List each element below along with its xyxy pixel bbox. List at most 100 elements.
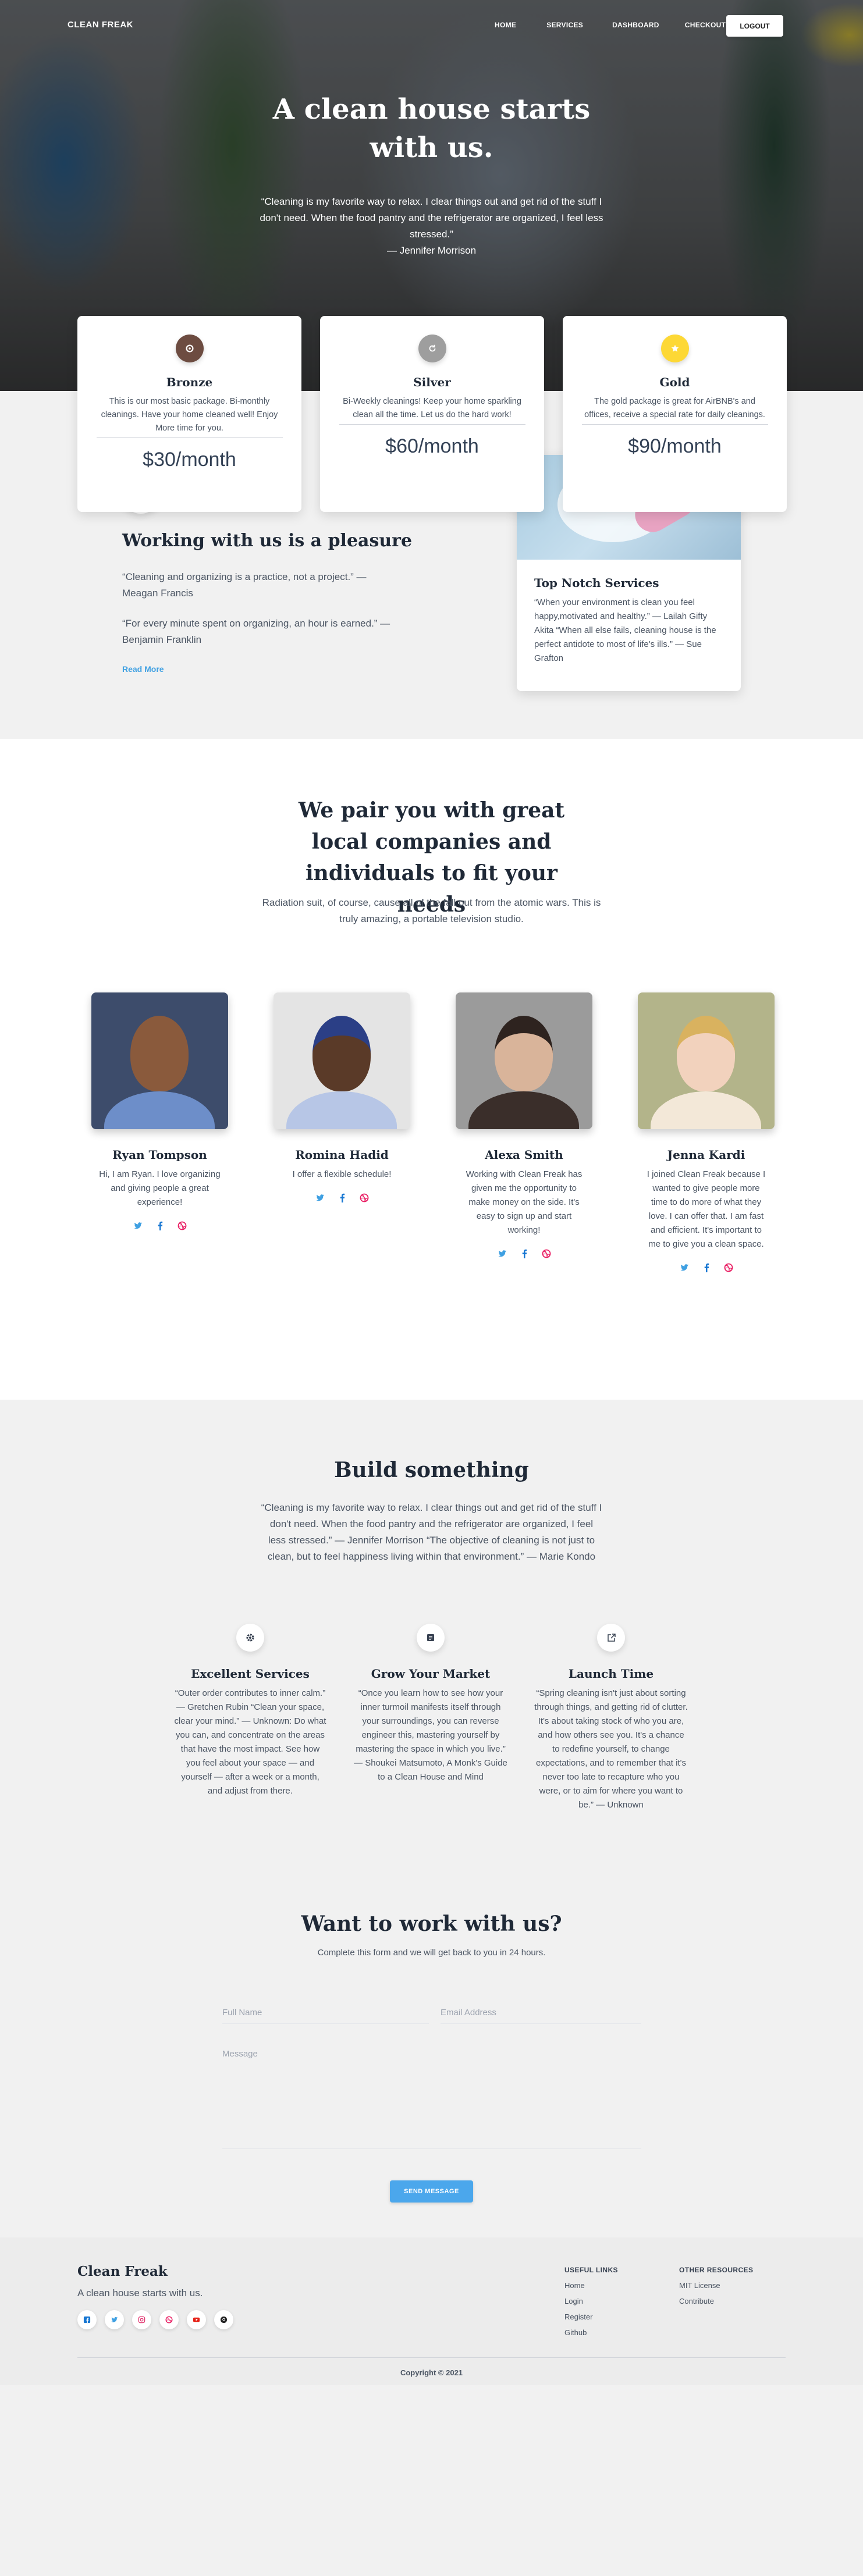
plan-description: This is our most basic package. Bi-month… bbox=[101, 397, 278, 433]
hero-title: A clean house starts with us. bbox=[272, 93, 591, 164]
build-quote-wrap: “Cleaning is my favorite way to relax. I… bbox=[0, 1500, 863, 1565]
plan-price: $60/month bbox=[385, 435, 479, 457]
plan-card-bronze[interactable]: Bronze This is our most basic package. B… bbox=[77, 316, 301, 512]
member-socials bbox=[638, 1263, 775, 1275]
avatar-body bbox=[104, 1091, 215, 1129]
hero-content: A clean house starts with us. “Cleaning … bbox=[0, 90, 863, 259]
divider bbox=[339, 424, 525, 425]
facebook-icon[interactable] bbox=[155, 1221, 165, 1233]
dribbble-icon[interactable] bbox=[360, 1193, 369, 1205]
brand-logo[interactable]: CLEAN FREAK bbox=[68, 20, 133, 30]
member-name: Ryan Tompson bbox=[112, 1148, 207, 1162]
facebook-icon[interactable] bbox=[520, 1249, 529, 1261]
build-quote: “Cleaning is my favorite way to relax. I… bbox=[261, 1502, 602, 1562]
footer-divider bbox=[77, 2357, 786, 2358]
send-message-button[interactable]: SEND MESSAGE bbox=[390, 2180, 473, 2203]
team-member: Ryan Tompson Hi, I am Ryan. I love organ… bbox=[91, 992, 228, 1275]
feature-excellent-services: Excellent Services “Outer order contribu… bbox=[160, 1624, 340, 1812]
avatar-body bbox=[651, 1091, 761, 1129]
contact-subtitle: Complete this form and we will get back … bbox=[317, 1948, 546, 1958]
footer-tagline: A clean house starts with us. bbox=[77, 2287, 203, 2299]
footer-link-mit-license[interactable]: MIT License bbox=[679, 2281, 753, 2290]
twitter-icon[interactable] bbox=[105, 2310, 124, 2329]
avatar-head bbox=[312, 1016, 371, 1091]
footer-link-register[interactable]: Register bbox=[564, 2312, 618, 2321]
nav-home[interactable]: HOME bbox=[495, 21, 516, 29]
footer-brand: Clean Freak bbox=[77, 2264, 168, 2279]
feature-title: Grow Your Market bbox=[371, 1667, 491, 1681]
full-name-field[interactable] bbox=[222, 2002, 429, 2024]
pleasure-title: Working with us is a pleasure bbox=[122, 531, 413, 551]
document-icon bbox=[417, 1624, 445, 1652]
member-bio: Working with Clean Freak has given me th… bbox=[466, 1169, 583, 1235]
plan-name: Silver bbox=[413, 375, 451, 389]
copyright: Copyright © 2021 bbox=[400, 2368, 463, 2377]
youtube-icon[interactable] bbox=[187, 2310, 206, 2329]
team-subtitle: Radiation suit, of course, cause all of … bbox=[262, 897, 601, 924]
footer-other-resources: OTHER RESOURCES MIT License Contribute bbox=[679, 2266, 753, 2305]
dribbble-icon[interactable] bbox=[542, 1249, 551, 1261]
star-icon bbox=[660, 335, 689, 362]
github-icon[interactable] bbox=[214, 2310, 233, 2329]
team-section: We pair you with great local companies a… bbox=[0, 739, 863, 1400]
twitter-icon[interactable] bbox=[133, 1221, 143, 1233]
plan-price: $30/month bbox=[143, 449, 236, 471]
logout-button[interactable]: LOGOUT bbox=[726, 15, 783, 37]
features: Excellent Services “Outer order contribu… bbox=[160, 1624, 701, 1812]
pleasure-quote: “Cleaning and organizing is a practice, … bbox=[122, 571, 367, 599]
navbar: CLEAN FREAK HOME SERVICES DASHBOARD CHEC… bbox=[0, 0, 863, 52]
footer-link-github[interactable]: Github bbox=[564, 2328, 618, 2337]
divider bbox=[96, 437, 283, 438]
feature-grow-your-market: Grow Your Market “Once you learn how to … bbox=[340, 1624, 521, 1812]
plan-description: The gold package is great for AirBNB's a… bbox=[584, 397, 765, 419]
plan-card-gold[interactable]: Gold The gold package is great for AirBN… bbox=[563, 316, 787, 512]
avatar bbox=[456, 992, 592, 1129]
twitter-icon[interactable] bbox=[680, 1263, 689, 1275]
plan-description: Bi-Weekly cleanings! Keep your home spar… bbox=[343, 397, 521, 419]
nav-links: HOME SERVICES DASHBOARD CHECKOUT bbox=[495, 21, 756, 29]
nav-dashboard[interactable]: DASHBOARD bbox=[612, 21, 659, 29]
refresh-icon bbox=[418, 335, 446, 362]
avatar-head bbox=[130, 1016, 189, 1091]
team-member: Alexa Smith Working with Clean Freak has… bbox=[456, 992, 592, 1275]
external-link-icon bbox=[597, 1624, 625, 1652]
avatar-body bbox=[286, 1091, 397, 1129]
message-field[interactable] bbox=[222, 2044, 641, 2149]
dribbble-icon[interactable] bbox=[159, 2310, 179, 2329]
twitter-icon[interactable] bbox=[315, 1193, 325, 1205]
read-more-link[interactable]: Read More bbox=[122, 664, 164, 674]
feature-text: “Spring cleaning isn't just about sortin… bbox=[534, 1688, 688, 1810]
feature-text: “Once you learn how to see how your inne… bbox=[354, 1688, 507, 1782]
facebook-icon[interactable] bbox=[702, 1263, 711, 1275]
avatar bbox=[91, 992, 228, 1129]
team-member: Jenna Kardi I joined Clean Freak because… bbox=[638, 992, 775, 1275]
member-socials bbox=[456, 1249, 592, 1261]
footer-link-contribute[interactable]: Contribute bbox=[679, 2297, 753, 2305]
build-section: Build something “Cleaning is my favorite… bbox=[0, 1400, 863, 2237]
plan-name: Bronze bbox=[166, 375, 213, 389]
card-title: Top Notch Services bbox=[534, 576, 659, 590]
twitter-icon[interactable] bbox=[498, 1249, 507, 1261]
hero-quote-author: — Jennifer Morrison bbox=[386, 245, 477, 256]
member-name: Alexa Smith bbox=[485, 1148, 563, 1162]
member-socials bbox=[274, 1193, 410, 1205]
dribbble-icon[interactable] bbox=[177, 1221, 187, 1233]
footer-link-home[interactable]: Home bbox=[564, 2281, 618, 2290]
footer: Clean Freak A clean house starts with us… bbox=[0, 2237, 863, 2385]
team-member: Romina Hadid I offer a flexible schedule… bbox=[274, 992, 410, 1275]
nav-services[interactable]: SERVICES bbox=[546, 21, 583, 29]
hero-quote-text: “Cleaning is my favorite way to relax. I… bbox=[260, 196, 603, 240]
avatar-body bbox=[468, 1091, 579, 1129]
facebook-icon[interactable] bbox=[338, 1193, 347, 1205]
pricing-cards: Bronze This is our most basic package. B… bbox=[77, 316, 787, 512]
plan-card-silver[interactable]: Silver Bi-Weekly cleanings! Keep your ho… bbox=[320, 316, 544, 512]
feature-title: Launch Time bbox=[568, 1667, 654, 1681]
footer-link-login[interactable]: Login bbox=[564, 2297, 618, 2305]
gear-icon bbox=[236, 1624, 264, 1652]
instagram-icon[interactable] bbox=[132, 2310, 151, 2329]
email-field[interactable] bbox=[441, 2002, 641, 2024]
contact-title: Want to work with us? bbox=[301, 1912, 562, 1936]
dribbble-icon[interactable] bbox=[724, 1263, 733, 1275]
nav-checkout[interactable]: CHECKOUT bbox=[685, 21, 726, 29]
facebook-icon[interactable] bbox=[77, 2310, 97, 2329]
